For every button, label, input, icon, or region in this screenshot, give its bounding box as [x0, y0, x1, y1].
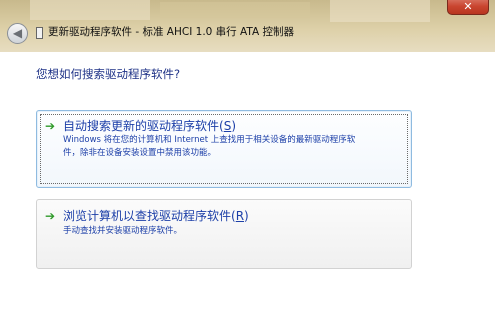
auto-search-description: Windows 将在您的计算机和 Internet 上查找用于相关设备的最新驱动… [63, 135, 356, 158]
auto-search-title: 自动搜索更新的驱动程序软件(S) [63, 119, 236, 133]
browse-computer-description: 手动查找并安装驱动程序软件。 [63, 226, 183, 236]
browse-computer-title: 浏览计算机以查找驱动程序软件(R) [63, 209, 249, 223]
window-title: 更新驱动程序软件 - 标准 AHCI 1.0 串行 ATA 控制器 [48, 26, 295, 38]
dialog-content [0, 52, 495, 335]
title-bar: ✕ ◀ 更新驱动程序软件 - 标准 AHCI 1.0 串行 ATA 控制器 [0, 0, 495, 52]
auto-search-option[interactable]: ➔ 自动搜索更新的驱动程序软件(S) Windows 将在您的计算机和 Inte… [36, 110, 412, 188]
back-arrow-icon: ◀ [12, 26, 23, 40]
green-arrow-icon: ➔ [45, 119, 56, 133]
access-key-r: R [235, 209, 245, 223]
close-button[interactable]: ✕ [447, 0, 489, 15]
browse-computer-option[interactable]: ➔ 浏览计算机以查找驱动程序软件(R) 手动查找并安装驱动程序软件。 [36, 199, 412, 269]
page-heading: 您想如何搜索驱动程序软件? [36, 67, 181, 81]
green-arrow-icon: ➔ [45, 209, 56, 223]
device-icon [36, 27, 43, 39]
back-button[interactable]: ◀ [7, 23, 28, 44]
close-icon: ✕ [463, 0, 473, 13]
